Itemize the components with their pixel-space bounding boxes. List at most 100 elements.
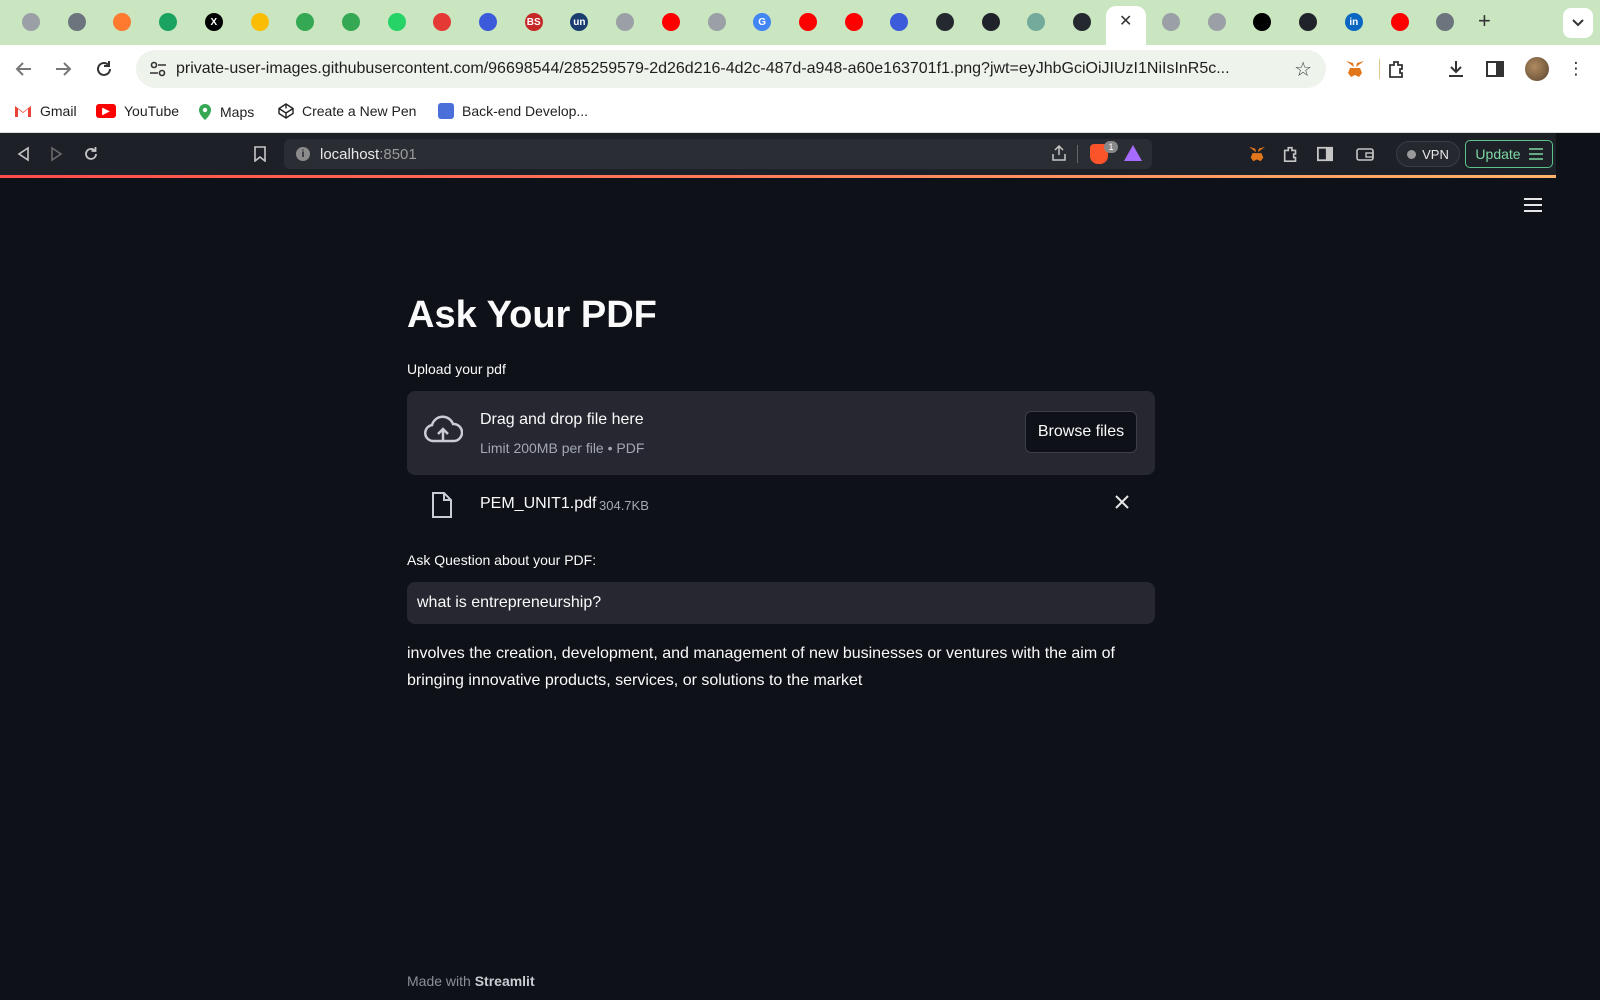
inner-forward-button[interactable]	[46, 143, 68, 165]
tab-favicon[interactable]	[250, 13, 269, 31]
close-tab-icon[interactable]: ✕	[1119, 11, 1132, 31]
side-panel-icon[interactable]	[1483, 57, 1507, 81]
browse-files-button[interactable]: Browse files	[1025, 411, 1137, 453]
new-tab-button[interactable]: +	[1478, 8, 1491, 34]
close-icon	[1115, 495, 1129, 509]
main-menu-button[interactable]	[1524, 192, 1542, 218]
tab-favicon[interactable]	[616, 13, 635, 31]
tab-favicon[interactable]	[936, 13, 954, 31]
tab-favicon[interactable]: in	[1344, 13, 1363, 31]
tab-favicon[interactable]	[981, 13, 1000, 31]
cloud-upload-icon	[423, 415, 464, 452]
hamburger-menu-icon	[1528, 148, 1543, 160]
update-button[interactable]: Update	[1465, 140, 1553, 168]
bookmark-gmail[interactable]: Gmail	[14, 103, 77, 119]
tab-favicon[interactable]	[159, 13, 178, 31]
triangle-left-icon	[17, 146, 29, 162]
tab-favicon[interactable]: un	[570, 13, 589, 31]
tab-favicon[interactable]	[707, 13, 726, 31]
bookmark-backend[interactable]: Back-end Develop...	[438, 103, 588, 119]
question-label: Ask Question about your PDF:	[407, 552, 597, 568]
tab-favicon[interactable]	[22, 13, 40, 31]
tab-favicon[interactable]	[1027, 13, 1046, 31]
forward-button[interactable]	[51, 57, 75, 81]
hamburger-menu-icon	[1524, 198, 1542, 212]
tab-favicon[interactable]	[844, 13, 863, 31]
file-icon	[431, 491, 453, 524]
share-icon[interactable]	[1052, 144, 1066, 164]
info-icon[interactable]: i	[296, 147, 310, 161]
tab-favicon[interactable]	[890, 13, 909, 31]
tab-favicon[interactable]	[1390, 13, 1409, 31]
bookmark-maps[interactable]: Maps	[198, 103, 254, 121]
dropzone-limit: Limit 200MB per file • PDF	[480, 440, 645, 456]
address-bar[interactable]: private-user-images.githubusercontent.co…	[136, 50, 1326, 88]
tab-favicon[interactable]	[1299, 13, 1318, 31]
dropzone-instructions: Drag and drop file here	[480, 411, 644, 428]
inner-bookmark-button[interactable]	[249, 143, 271, 165]
tab-favicon[interactable]	[1162, 13, 1180, 31]
metamask-icon[interactable]	[1246, 143, 1268, 165]
site-info-icon[interactable]	[148, 59, 168, 79]
tab-favicon[interactable]	[1253, 13, 1272, 31]
youtube-icon: ▶	[96, 104, 116, 118]
bookmark-youtube[interactable]: ▶ YouTube	[96, 103, 179, 119]
file-dropzone[interactable]: Drag and drop file here Limit 200MB per …	[407, 391, 1155, 475]
download-icon[interactable]	[1444, 57, 1468, 81]
tab-favicon[interactable]: BS	[524, 13, 543, 31]
bookmark-icon	[254, 146, 266, 162]
tab-strip: X BS un G ✕ in +	[0, 0, 1600, 45]
tab-favicon[interactable]: X	[204, 13, 223, 31]
metamask-icon[interactable]	[1343, 57, 1367, 81]
tab-favicon[interactable]	[67, 13, 86, 31]
brave-rewards-icon[interactable]	[1124, 145, 1142, 161]
question-input[interactable]	[407, 582, 1155, 624]
upload-label: Upload your pdf	[407, 361, 506, 377]
bookmark-star-icon[interactable]: ☆	[1294, 57, 1312, 82]
extensions-icon[interactable]	[1385, 57, 1409, 81]
profile-avatar[interactable]	[1525, 57, 1549, 81]
reload-button[interactable]	[92, 57, 116, 81]
tab-search-button[interactable]	[1563, 8, 1593, 38]
tab-favicon[interactable]	[661, 13, 680, 31]
address-divider	[1077, 145, 1078, 163]
vpn-button[interactable]: VPN	[1396, 141, 1460, 167]
uploaded-file: PEM_UNIT1.pdf 304.7KB	[407, 483, 1155, 527]
bookmarks-bar: Gmail ▶ YouTube Maps Create a New Pen Ba…	[0, 93, 1600, 133]
reload-icon	[85, 147, 97, 160]
tab-favicon[interactable]: G	[753, 13, 772, 31]
tab-favicon[interactable]	[296, 13, 315, 31]
footer: Made with Streamlit	[407, 973, 535, 989]
file-name: PEM_UNIT1.pdf	[480, 495, 597, 512]
menu-dots-icon[interactable]: ⋮	[1564, 57, 1588, 81]
triangle-right-icon	[51, 146, 63, 162]
inner-reload-button[interactable]	[80, 143, 102, 165]
sidebar-icon[interactable]	[1314, 143, 1336, 165]
file-size: 304.7KB	[599, 498, 649, 513]
tab-favicon[interactable]	[341, 13, 360, 31]
gmail-icon	[15, 106, 31, 117]
tab-favicon[interactable]	[479, 13, 497, 31]
reload-icon	[97, 61, 111, 76]
tab-favicon[interactable]	[387, 13, 406, 31]
inner-back-button[interactable]	[12, 143, 34, 165]
wallet-icon[interactable]	[1354, 143, 1376, 165]
inner-address-bar[interactable]: i localhost:8501 1	[284, 139, 1152, 169]
tab-favicon[interactable]	[433, 13, 452, 31]
tab-favicon[interactable]	[1073, 13, 1092, 31]
tab-favicon[interactable]	[798, 13, 817, 31]
streamlit-link[interactable]: Streamlit	[475, 973, 535, 989]
address-url[interactable]: private-user-images.githubusercontent.co…	[176, 60, 1266, 78]
arrow-right-icon	[56, 62, 72, 76]
tab-favicon[interactable]	[1436, 13, 1455, 31]
chevron-down-icon	[1572, 19, 1584, 27]
tab-favicon[interactable]	[113, 13, 132, 31]
extensions-icon[interactable]	[1280, 143, 1302, 165]
shields-count-badge: 1	[1104, 141, 1118, 153]
back-button[interactable]	[12, 57, 36, 81]
tab-favicon[interactable]	[1207, 13, 1226, 31]
inner-url[interactable]: localhost:8501	[320, 146, 417, 163]
page-title: Ask Your PDF	[407, 294, 657, 336]
bookmark-codepen[interactable]: Create a New Pen	[278, 103, 416, 119]
remove-file-button[interactable]	[1115, 489, 1129, 515]
